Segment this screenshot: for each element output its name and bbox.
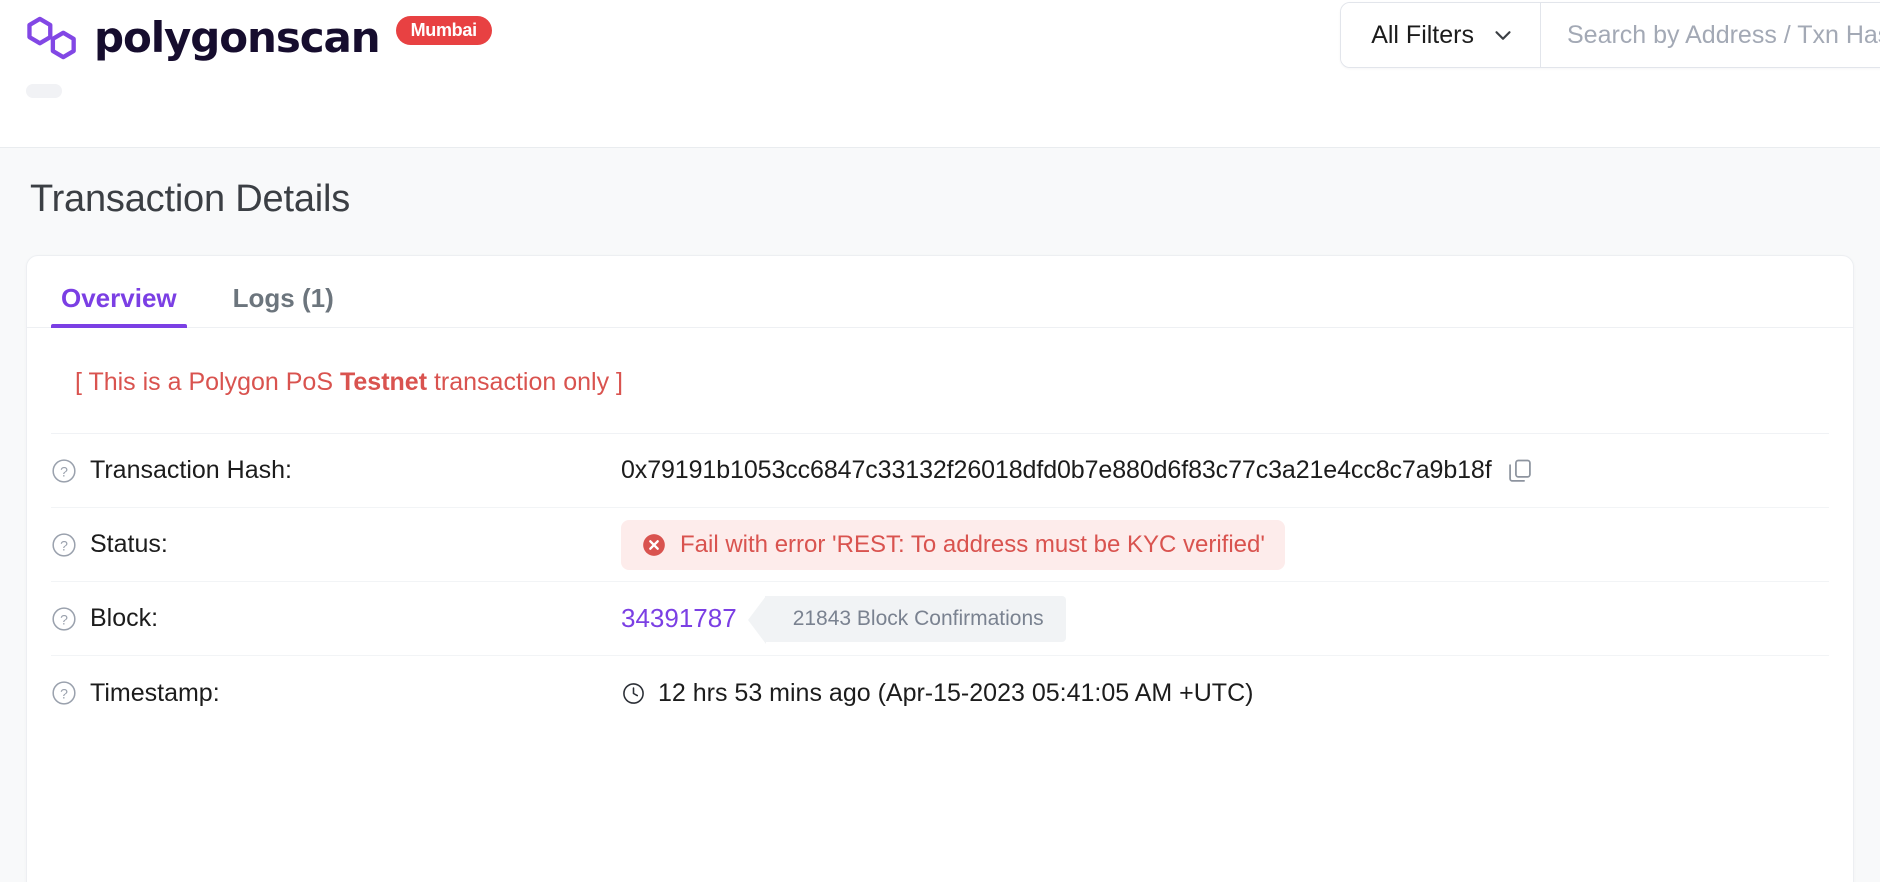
- svg-text:?: ?: [60, 537, 68, 553]
- block-confirmations-chip: 21843 Block Confirmations: [747, 595, 1066, 644]
- polygon-logo-icon: [27, 16, 76, 60]
- question-circle-icon[interactable]: ?: [51, 680, 77, 706]
- brand-subtitle-placeholder: [26, 84, 62, 98]
- testnet-notice: [ This is a Polygon PoS Testnet transact…: [51, 328, 1829, 434]
- transaction-hash-label-group: ? Transaction Hash:: [51, 456, 621, 485]
- status-label: Status:: [90, 530, 168, 558]
- brand-name: polygonscan: [94, 13, 381, 62]
- status-value-group: Fail with error 'REST: To address must b…: [621, 519, 1285, 570]
- row-block: ? Block: 34391787 21843 Block Confirmati…: [51, 582, 1829, 656]
- timestamp-value: 12 hrs 53 mins ago (Apr-15-2023 05:41:05…: [658, 678, 1254, 707]
- row-status: ? Status: Fail with error 'REST: To addr…: [51, 508, 1829, 582]
- row-timestamp: ? Timestamp: 12 hrs 53 mins ago (Apr-15-…: [51, 656, 1829, 730]
- tab-logs[interactable]: Logs (1): [223, 285, 344, 327]
- transaction-hash-value-group: 0x79191b1053cc6847c33132f26018dfd0b7e880…: [621, 456, 1534, 485]
- status-label-group: ? Status:: [51, 530, 621, 559]
- notice-prefix: [ This is a Polygon PoS: [75, 368, 340, 396]
- brand[interactable]: polygonscan Mumbai: [26, 12, 492, 64]
- transaction-hash-label: Transaction Hash:: [90, 456, 292, 484]
- error-circle-icon: [643, 533, 665, 556]
- timestamp-value-group: 12 hrs 53 mins ago (Apr-15-2023 05:41:05…: [621, 679, 1253, 708]
- question-circle-icon[interactable]: ?: [51, 458, 77, 484]
- page-title: Transaction Details: [30, 178, 351, 220]
- svg-text:?: ?: [60, 685, 68, 701]
- row-transaction-hash: ? Transaction Hash: 0x79191b1053cc6847c3…: [51, 434, 1829, 508]
- network-badge: Mumbai: [395, 15, 492, 45]
- search-bar: All Filters: [1340, 2, 1880, 68]
- svg-text:?: ?: [60, 611, 68, 627]
- block-label-group: ? Block:: [51, 604, 621, 633]
- tab-bar: Overview Logs (1): [27, 256, 1853, 328]
- copy-icon[interactable]: [1506, 457, 1534, 485]
- block-value-group: 34391787 21843 Block Confirmations: [621, 595, 1066, 644]
- timestamp-label-group: ? Timestamp:: [51, 679, 621, 708]
- block-label: Block:: [90, 604, 159, 632]
- chevron-down-icon: [1495, 31, 1511, 40]
- clock-icon: [623, 682, 644, 704]
- question-circle-icon[interactable]: ?: [51, 606, 77, 632]
- notice-suffix: transaction only ]: [427, 368, 623, 396]
- timestamp-label: Timestamp:: [90, 678, 220, 707]
- site-header: polygonscan Mumbai All Filters: [0, 0, 1880, 148]
- status-badge: Fail with error 'REST: To address must b…: [621, 519, 1285, 570]
- transaction-hash-value: 0x79191b1053cc6847c33132f26018dfd0b7e880…: [621, 456, 1492, 484]
- detail-rows: ? Transaction Hash: 0x79191b1053cc6847c3…: [27, 434, 1853, 730]
- question-circle-icon[interactable]: ?: [51, 532, 77, 558]
- all-filters-label: All Filters: [1371, 20, 1474, 49]
- block-number-link[interactable]: 34391787: [621, 603, 737, 634]
- status-text: Fail with error 'REST: To address must b…: [680, 530, 1265, 558]
- all-filters-dropdown[interactable]: All Filters: [1341, 3, 1541, 67]
- notice-emphasis: Testnet: [339, 368, 428, 396]
- tab-overview[interactable]: Overview: [51, 285, 187, 328]
- svg-text:?: ?: [60, 463, 68, 479]
- page-body: Transaction Details Overview Logs (1) [ …: [0, 148, 1880, 882]
- transaction-card: Overview Logs (1) [ This is a Polygon Po…: [26, 255, 1854, 882]
- search-input[interactable]: [1541, 3, 1880, 67]
